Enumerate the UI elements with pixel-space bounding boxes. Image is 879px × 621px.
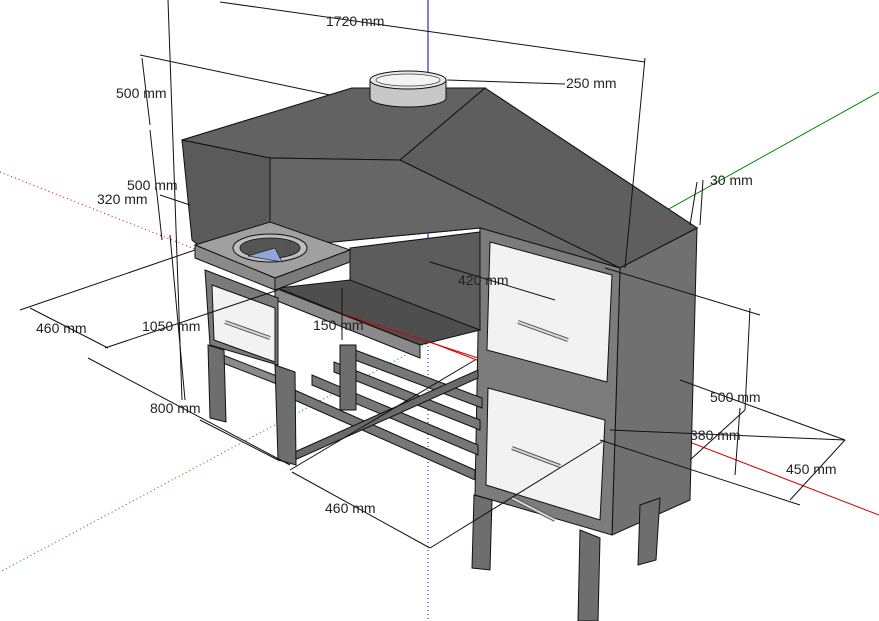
dim-flue-diameter: 250 mm [566,75,617,91]
dim-hood-lip: 320 mm [97,191,148,207]
dim-bottom-depth: 460 mm [325,500,376,516]
left-leg-mid [274,364,297,466]
right-leg-back [637,497,661,566]
mid-leg [471,494,493,571]
dim-tray-height: 150 mm [313,317,364,333]
left-leg-front [207,344,227,423]
model-drawing[interactable]: 1720 mm 250 mm 500 mm 500 mm 320 mm 30 m… [0,0,879,621]
dim-right-height: 500 mm [710,389,761,405]
dim-hood-height: 500 mm [116,85,167,101]
right-leg-front [577,529,601,621]
dim-left-depth: 460 mm [36,320,87,336]
dim-leg-height: 800 mm [150,400,201,416]
cad-viewport[interactable]: 1720 mm 250 mm 500 mm 500 mm 320 mm 30 m… [0,0,879,621]
left-leg-back [339,344,357,411]
dim-overall-height: 1050 mm [142,318,200,334]
dim-right-inner: 380 mm [690,427,741,443]
left-cabinet [193,221,357,466]
dim-wall-thickness: 30 mm [710,172,753,188]
bottom-rack [287,349,483,481]
dim-hood-width: 1720 mm [326,13,384,29]
flue-collar [369,70,447,108]
dim-cabinet-width: 420 mm [458,272,509,288]
dim-right-depth: 450 mm [786,461,837,477]
